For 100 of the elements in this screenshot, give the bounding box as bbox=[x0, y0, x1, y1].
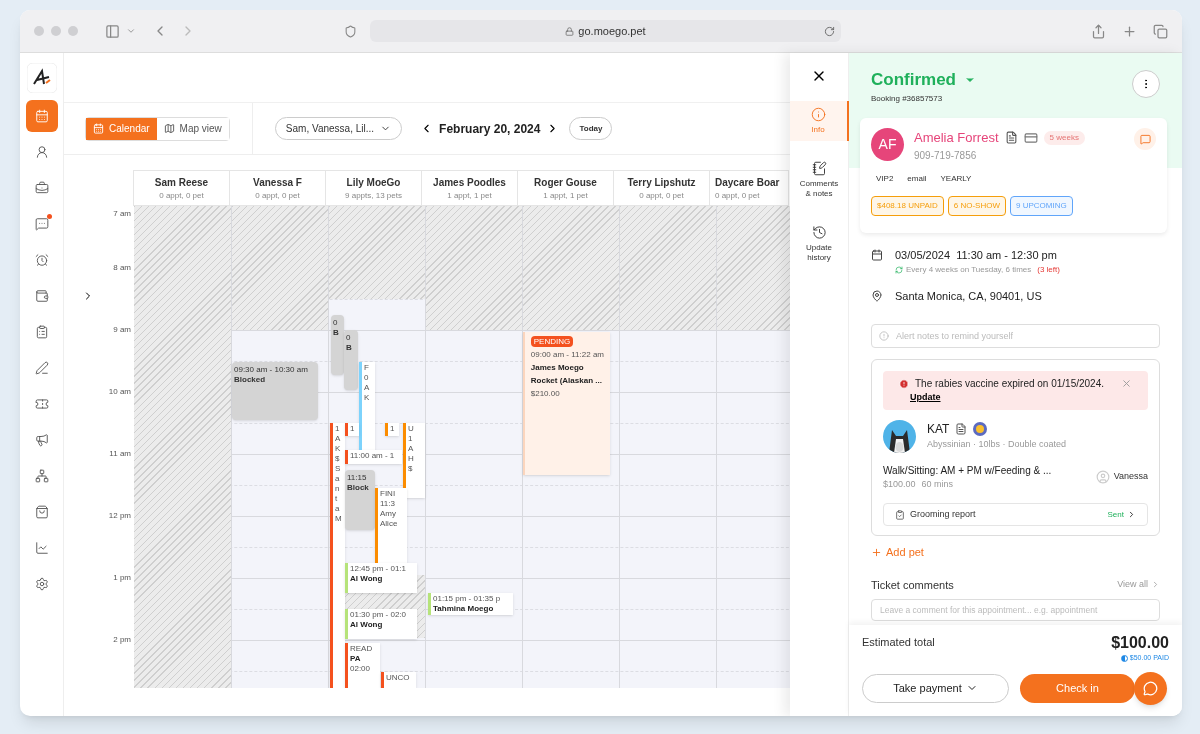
event-text: 11:00 am - 1 bbox=[350, 451, 395, 461]
event-text: $ bbox=[335, 454, 341, 464]
tabs-icon[interactable] bbox=[1153, 23, 1168, 39]
document-icon[interactable] bbox=[955, 423, 968, 436]
event-text: Tahmina Moego bbox=[433, 604, 495, 614]
pet-details: Abyssinian · 10lbs · Double coated bbox=[927, 438, 1067, 452]
client-stat-badge: $408.18 UNPAID bbox=[871, 195, 944, 216]
event-text: a bbox=[335, 504, 341, 514]
lock-icon bbox=[565, 26, 575, 36]
appointment-event[interactable]: READ PA 02:00 bbox=[345, 643, 380, 688]
mood-icon bbox=[973, 422, 988, 437]
drawer-tab[interactable]: Update history bbox=[789, 219, 849, 269]
recurrence-text: Every 4 weeks on Tuesday, 6 times bbox=[906, 263, 1032, 276]
total-amount: $100.00 bbox=[1111, 633, 1169, 653]
total-label: Estimated total bbox=[862, 635, 935, 650]
staff-name: Vanessa bbox=[1113, 470, 1148, 483]
shield-icon[interactable] bbox=[344, 24, 357, 38]
history-icon bbox=[811, 225, 827, 240]
pending-event[interactable]: PENDING 09:00 am - 11:22 am James Moego Rocket (Alaskan ... $210.00 bbox=[523, 332, 610, 475]
new-tab-icon[interactable] bbox=[1122, 23, 1137, 39]
alarm-clock-icon bbox=[34, 253, 49, 267]
update-link[interactable]: Update bbox=[910, 391, 1104, 405]
sidebar-toggle-icon[interactable] bbox=[105, 23, 120, 39]
event-text: 1 bbox=[390, 424, 395, 434]
event-text: Blocked bbox=[234, 375, 267, 385]
appointment-date: 03/05/2024 11:30 am - 12:30 pm bbox=[895, 248, 1058, 263]
event-text: M bbox=[335, 514, 342, 524]
hour-label: 7 am bbox=[113, 208, 131, 220]
staff-name: Roger Gouse bbox=[534, 175, 597, 190]
hour-label: 9 am bbox=[113, 324, 131, 336]
appointment-event[interactable]: UNCO bbox=[381, 672, 416, 688]
card-icon[interactable] bbox=[1023, 130, 1038, 145]
address-bar[interactable]: go.moego.pet bbox=[370, 20, 841, 42]
document-icon[interactable] bbox=[1004, 131, 1018, 145]
current-date: February 20, 2024 bbox=[439, 120, 541, 138]
line-chart-icon bbox=[34, 541, 49, 555]
appointment-event[interactable]: 01:15 pm - 01:35 p Tahmina Moego bbox=[428, 593, 513, 615]
appointment-event[interactable]: U 1 A H $ bbox=[403, 423, 425, 498]
event-text: UNCO bbox=[386, 673, 410, 683]
staff-name: Vanessa F bbox=[253, 175, 302, 190]
alert-notes-field[interactable]: Alert notes to remind yourself bbox=[871, 324, 1160, 348]
appointment-event[interactable]: FINI 11:3 Amy Alice bbox=[375, 488, 407, 563]
event-text: B bbox=[333, 328, 340, 338]
blocked-event[interactable]: 09:30 am - 10:30 am Blocked bbox=[232, 362, 318, 420]
client-name[interactable]: Amelia Forrest bbox=[914, 128, 999, 148]
event-text: Al Wong bbox=[350, 620, 384, 630]
url-text: go.moego.pet bbox=[578, 23, 646, 39]
nav-button[interactable] bbox=[25, 100, 58, 132]
event-text: 0 bbox=[333, 318, 339, 328]
appointment-count: 1 appt, 1 pet bbox=[447, 189, 492, 202]
logo[interactable] bbox=[26, 63, 57, 93]
status-title: Confirmed bbox=[871, 69, 956, 91]
chevron-down-icon[interactable] bbox=[126, 26, 136, 36]
chevron-right-icon bbox=[1151, 580, 1160, 590]
blocked-event[interactable]: 11:15 Block bbox=[345, 470, 375, 530]
network-icon bbox=[34, 469, 49, 483]
appointment-event[interactable]: 11:00 am - 1 bbox=[345, 450, 402, 464]
appointment-count: 0 appt, 0 pet bbox=[255, 189, 300, 202]
appointment-event[interactable]: 1 bbox=[345, 423, 359, 436]
event-text: 09:30 am - 10:30 am bbox=[234, 365, 309, 375]
calendar-icon bbox=[93, 123, 104, 134]
error-icon bbox=[899, 378, 909, 389]
notes-icon bbox=[811, 161, 827, 176]
share-icon[interactable] bbox=[1091, 23, 1106, 39]
alert-icon bbox=[879, 331, 889, 341]
event-text: H bbox=[408, 454, 414, 464]
close-icon[interactable] bbox=[1121, 378, 1132, 389]
clipboard-icon bbox=[34, 325, 49, 339]
appointment-event[interactable]: 1 A K $ S a n t a M bbox=[330, 423, 345, 688]
blocked-event[interactable]: 0 B bbox=[344, 330, 358, 390]
appointment-count: 1 appt, 1 pet bbox=[543, 189, 588, 202]
appointment-event[interactable]: 1 bbox=[385, 423, 399, 436]
appointment-event[interactable]: 12:45 pm - 01:1 Al Wong bbox=[345, 563, 417, 593]
status-badge: PENDING bbox=[530, 336, 574, 347]
hour-label: 10 am bbox=[108, 386, 131, 398]
blocked-event[interactable]: 0 B bbox=[331, 315, 344, 375]
section-title: Ticket comments bbox=[871, 577, 954, 593]
service-name: Walk/Sitting: AM + PM w/Feeding & ... bbox=[883, 463, 1052, 478]
person-icon bbox=[34, 145, 49, 159]
client-tag: email bbox=[907, 172, 927, 185]
hour-label: 1 pm bbox=[113, 572, 131, 584]
reload-icon[interactable] bbox=[824, 25, 835, 37]
ticket-icon bbox=[34, 397, 49, 411]
person-avatar-icon bbox=[1095, 469, 1110, 484]
appointment-event[interactable]: 01:30 pm - 02:0 Al Wong bbox=[345, 609, 417, 639]
drawer-tab[interactable]: Comments & notes bbox=[789, 155, 849, 205]
event-text: Alice bbox=[380, 519, 398, 529]
event-text: U bbox=[408, 424, 414, 434]
message-icon bbox=[1139, 133, 1151, 145]
message-button[interactable] bbox=[1134, 128, 1156, 150]
client-phone: 909-719-7856 bbox=[914, 148, 978, 163]
megaphone-icon bbox=[34, 433, 49, 447]
event-text: Block bbox=[347, 483, 370, 493]
staff-name: Sam Reese bbox=[154, 175, 209, 190]
pet-name: KAT bbox=[927, 421, 950, 439]
appointment-event[interactable]: F 0 A K bbox=[359, 362, 375, 452]
booking-number: Booking #36857573 bbox=[871, 92, 944, 105]
appointment-count: 0 appt, 0 pet bbox=[715, 189, 760, 202]
event-text: a bbox=[335, 474, 341, 484]
grooming-report-button[interactable]: Grooming report Sent bbox=[883, 503, 1148, 526]
